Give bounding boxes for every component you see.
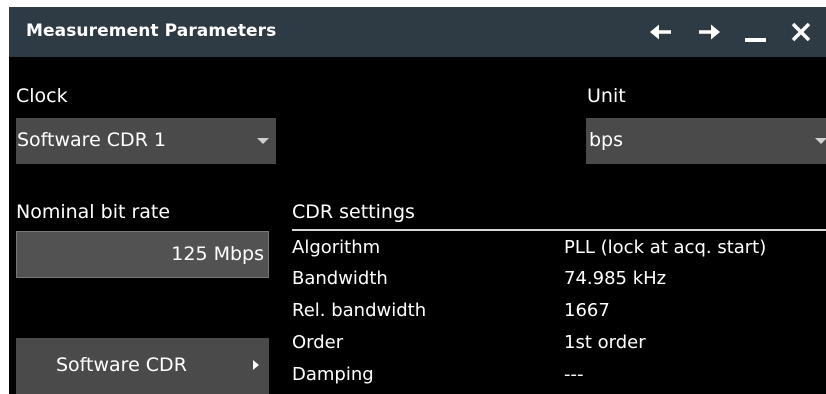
clock-label: Clock xyxy=(16,85,68,107)
submenu-arrow-icon xyxy=(253,360,259,370)
cdr-row-value: 74.985 kHz xyxy=(564,268,667,289)
cdr-row-value: --- xyxy=(564,364,584,385)
cdr-row-value: PLL (lock at acq. start) xyxy=(564,237,767,258)
chevron-down-icon xyxy=(257,138,269,144)
unit-select-value: bps xyxy=(589,129,624,151)
cdr-row-label: Algorithm xyxy=(292,237,381,258)
software-cdr-button-label: Software CDR xyxy=(56,354,187,376)
nominal-bit-rate-label: Nominal bit rate xyxy=(16,201,171,223)
measurement-parameters-dialog: Measurement Parameters Clock Software CD… xyxy=(9,7,826,394)
nominal-bit-rate-field[interactable]: 125 Mbps xyxy=(16,231,269,278)
cdr-row-label: Rel. bandwidth xyxy=(292,300,427,321)
minimize-icon[interactable] xyxy=(741,17,771,47)
arrow-left-icon[interactable] xyxy=(646,17,676,47)
cdr-row-value: 1st order xyxy=(564,332,646,353)
close-icon[interactable] xyxy=(786,17,816,47)
clock-select-value: Software CDR 1 xyxy=(17,129,167,151)
cdr-row-value: 1667 xyxy=(564,300,610,321)
unit-select[interactable]: bps xyxy=(586,118,826,164)
titlebar[interactable]: Measurement Parameters xyxy=(9,7,826,57)
unit-label: Unit xyxy=(587,85,626,107)
cdr-row-label: Order xyxy=(292,332,344,353)
chevron-down-icon xyxy=(815,138,826,144)
arrow-right-icon[interactable] xyxy=(694,17,724,47)
clock-select[interactable]: Software CDR 1 xyxy=(16,118,276,164)
software-cdr-button[interactable]: Software CDR xyxy=(16,338,269,394)
cdr-row-label: Bandwidth xyxy=(292,268,388,289)
cdr-row-label: Damping xyxy=(292,364,374,385)
nominal-bit-rate-value: 125 Mbps xyxy=(171,243,264,265)
cdr-settings-heading: CDR settings xyxy=(292,201,415,223)
dialog-title: Measurement Parameters xyxy=(26,21,277,41)
section-divider xyxy=(292,229,826,231)
